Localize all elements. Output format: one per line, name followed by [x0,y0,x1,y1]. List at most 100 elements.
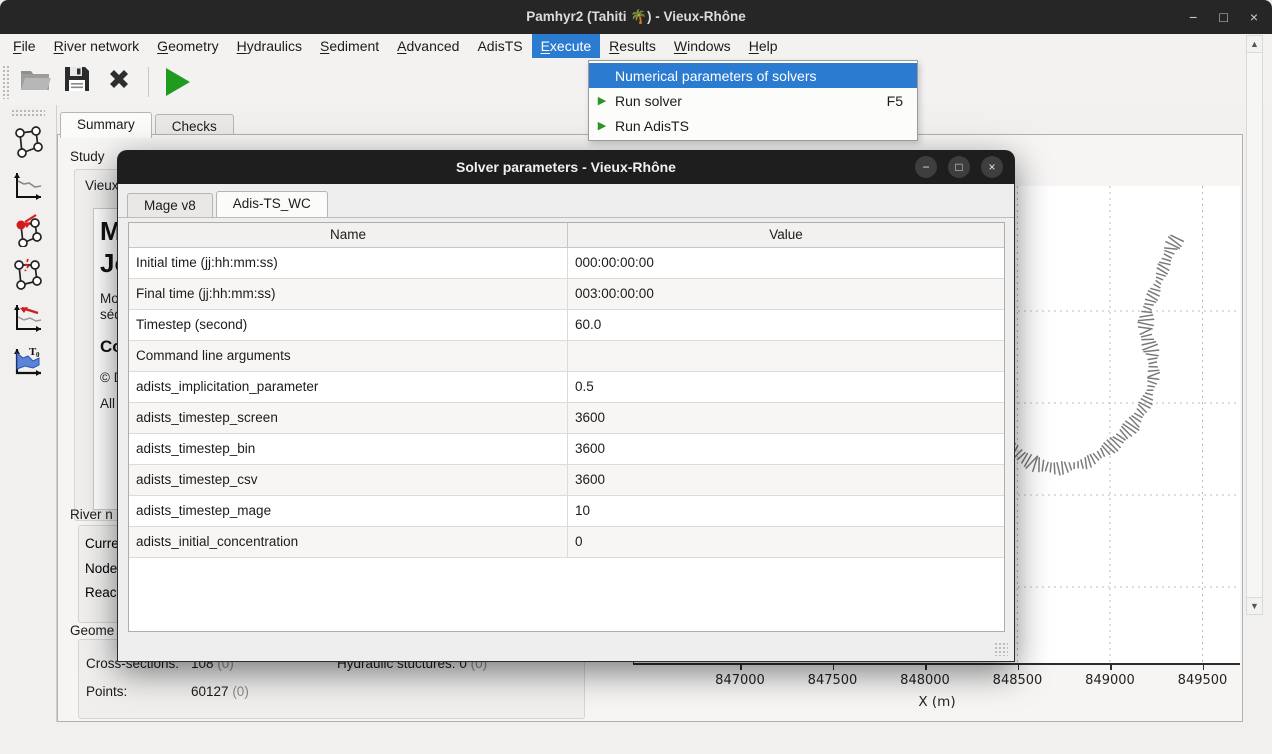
scroll-up-arrow-icon[interactable]: ▲ [1247,36,1262,53]
table-rows: Initial time (jj:hh:mm:ss)000:00:00:00Fi… [129,248,1004,558]
maximize-button[interactable]: □ [1219,9,1227,25]
x-axis-tick-label: 848500 [993,673,1043,688]
param-name-cell[interactable]: adists_timestep_csv [129,465,568,495]
close-study-button[interactable] [99,62,139,102]
river-network-tool[interactable] [10,123,46,161]
execute-menu: Numerical parameters of solvers ▶Run solv… [588,60,918,141]
param-name-cell[interactable]: adists_timestep_mage [129,496,568,526]
menu-advanced[interactable]: Advanced [388,34,468,58]
geometry-group-label: Geome [70,623,114,638]
param-name-cell[interactable]: Command line arguments [129,341,568,371]
table-row: Initial time (jj:hh:mm:ss)000:00:00:00 [129,248,1004,279]
menu-item-run-solver[interactable]: ▶Run solverF5 [589,88,917,113]
maximize-button[interactable]: □ [948,156,970,178]
save-button[interactable] [57,62,97,102]
table-row: Command line arguments [129,341,1004,372]
network-node-tool[interactable] [10,211,46,249]
window-controls: − □ × [1189,0,1258,34]
column-header-name[interactable]: Name [129,223,568,247]
menu-hydraulics[interactable]: Hydraulics [228,34,311,58]
minimize-button[interactable]: − [1189,9,1197,25]
river-network-group-label: River n [70,507,113,522]
side-toolbar-drag-handle[interactable] [11,109,45,117]
param-value-cell[interactable]: 0 [568,527,1004,557]
study-name: Vieux [85,178,119,193]
param-name-cell[interactable]: adists_implicitation_parameter [129,372,568,402]
scroll-down-arrow-icon[interactable]: ▼ [1247,597,1262,614]
menu-river-network[interactable]: River network [45,34,149,58]
dialog-tab-divider [118,217,1014,218]
floppy-icon [64,66,90,97]
menu-item-label: Numerical parameters of solvers [615,68,817,84]
param-value-cell[interactable]: 10 [568,496,1004,526]
x-axis-tick [1018,665,1020,670]
menu-file[interactable]: File [4,34,45,58]
parameters-table: Name Value Initial time (jj:hh:mm:ss)000… [128,222,1005,632]
trend-plot-tool[interactable] [10,299,46,337]
menu-adists[interactable]: AdisTS [468,34,531,58]
table-row: adists_timestep_bin3600 [129,434,1004,465]
stat-points: Points:60127 (0) [86,684,249,699]
tab-adis-ts-wc[interactable]: Adis-TS_WC [216,191,328,217]
vertical-scrollbar[interactable]: ▲ ▼ [1246,35,1263,615]
param-name-cell[interactable]: Final time (jj:hh:mm:ss) [129,279,568,309]
menu-item-numerical-parameters-of-solvers[interactable]: Numerical parameters of solvers [589,63,917,88]
menu-results[interactable]: Results [600,34,665,58]
table-row: Timestep (second)60.0 [129,310,1004,341]
menu-windows[interactable]: Windows [665,34,740,58]
param-value-cell[interactable]: 003:00:00:00 [568,279,1004,309]
toolbar-drag-handle[interactable] [2,65,10,99]
dialog-controls: −□ × [915,156,1003,178]
table-row: adists_timestep_screen3600 [129,403,1004,434]
column-header-value[interactable]: Value [568,223,1004,247]
param-value-cell[interactable]: 60.0 [568,310,1004,340]
table-row: adists_timestep_csv3600 [129,465,1004,496]
param-value-cell[interactable]: 000:00:00:00 [568,248,1004,278]
param-value-cell[interactable]: 3600 [568,434,1004,464]
window-titlebar[interactable]: Pamhyr2 (Tahiti 🌴) - Vieux-Rhône −□× [0,0,1272,34]
param-value-cell[interactable] [568,341,1004,371]
x-axis-tick [833,665,835,670]
toolbar-separator [148,67,149,97]
close-button[interactable]: × [981,156,1003,178]
close-button[interactable]: × [1250,9,1258,25]
param-name-cell[interactable]: adists_initial_concentration [129,527,568,557]
river-network-row: Node [85,561,117,576]
param-name-cell[interactable]: Timestep (second) [129,310,568,340]
tab-mage-v8[interactable]: Mage v8 [127,193,213,217]
x-axis-tick [740,665,742,670]
dialog-title: Solver parameters - Vieux-Rhône [117,150,1015,184]
play-icon: ▶ [589,119,615,132]
run-solver-button[interactable] [158,62,198,102]
param-name-cell[interactable]: adists_timestep_bin [129,434,568,464]
dialog-resize-grip[interactable] [994,642,1008,656]
river-network-row: Curre [85,536,119,551]
side-toolbar: T 0 [0,105,57,722]
menu-sediment[interactable]: Sediment [311,34,388,58]
param-name-cell[interactable]: adists_timestep_screen [129,403,568,433]
profile-plot-tool[interactable] [10,167,46,205]
minimize-button[interactable]: − [915,156,937,178]
play-icon [166,68,190,96]
menu-geometry[interactable]: Geometry [148,34,227,58]
param-value-cell[interactable]: 3600 [568,403,1004,433]
network-edit-tool[interactable] [10,255,46,293]
table-row: Final time (jj:hh:mm:ss)003:00:00:00 [129,279,1004,310]
param-value-cell[interactable]: 3600 [568,465,1004,495]
menubar: FileRiver networkGeometryHydraulicsSedim… [0,34,1272,58]
menu-execute[interactable]: Execute [532,34,601,58]
param-name-cell[interactable]: Initial time (jj:hh:mm:ss) [129,248,568,278]
menu-item-shortcut: F5 [887,93,917,109]
tab-summary[interactable]: Summary [60,112,152,138]
t0-plot-tool[interactable]: T 0 [10,343,46,381]
table-row: adists_implicitation_parameter0.5 [129,372,1004,403]
menu-help[interactable]: Help [740,34,787,58]
menu-item-run-adists[interactable]: ▶Run AdisTS [589,113,917,138]
param-value-cell[interactable]: 0.5 [568,372,1004,402]
dialog-titlebar[interactable]: Solver parameters - Vieux-Rhône −□ × [117,150,1015,184]
menu-item-label: Run solver [615,93,682,109]
dialog-tabbar: Mage v8 Adis-TS_WC [127,186,331,217]
open-button[interactable] [15,62,55,102]
solver-parameters-dialog: Solver parameters - Vieux-Rhône −□ × Mage… [117,150,1015,662]
menu-item-label: Run AdisTS [615,118,689,134]
